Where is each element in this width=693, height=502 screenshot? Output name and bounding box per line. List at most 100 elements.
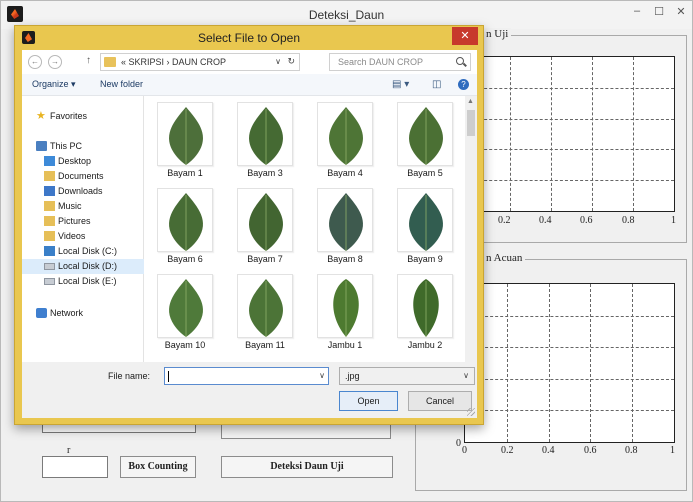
file-item[interactable]: Bayam 8 (305, 182, 385, 268)
file-item[interactable]: Bayam 1 (145, 96, 225, 182)
file-item[interactable]: Bayam 3 (225, 96, 305, 182)
grid-line (465, 347, 674, 349)
chevron-down-icon[interactable]: ∨ (275, 57, 281, 66)
nav-this-pc-label: This PC (50, 141, 83, 151)
grid-line (465, 378, 674, 380)
file-item[interactable]: Jambu 2 (385, 268, 465, 354)
address-path[interactable]: « SKRIPSI › DAUN CROP (121, 57, 226, 67)
grid-line (465, 410, 674, 412)
search-input[interactable]: Search DAUN CROP (329, 53, 471, 71)
star-icon: ★ (36, 110, 46, 122)
downloads-icon (44, 186, 55, 196)
file-name-text: Bayam 3 (247, 168, 283, 178)
panel-uji-title: n Uji (483, 28, 512, 40)
file-name-input[interactable]: ∨ (164, 367, 329, 385)
nav-videos[interactable]: Videos (22, 229, 144, 244)
nav-music[interactable]: Music (22, 199, 144, 214)
box-count-value-field[interactable] (42, 456, 108, 478)
cancel-button[interactable]: Cancel (408, 391, 472, 411)
maximize-button[interactable]: ☐ (649, 5, 669, 18)
file-name-text: Jambu 1 (327, 340, 363, 350)
chevron-down-icon[interactable]: ∨ (463, 371, 469, 380)
file-item[interactable]: Bayam 9 (385, 182, 465, 268)
file-item[interactable]: Bayam 10 (145, 268, 225, 354)
x-tick-label: 1 (671, 215, 676, 226)
scrollbar-thumb[interactable] (467, 110, 475, 136)
grid-line (469, 87, 674, 89)
dialog-toolbar: Organize ▾ New folder ▤ ▾ ◫ ? (22, 74, 477, 96)
help-icon[interactable]: ? (458, 79, 469, 90)
address-bar[interactable]: « SKRIPSI › DAUN CROP ∨ ↻ (100, 53, 300, 71)
pictures-icon (44, 216, 55, 226)
nav-local-disk-c[interactable]: Local Disk (C:) (22, 244, 144, 259)
leaf-thumbnail (317, 274, 373, 338)
nav-this-pc[interactable]: This PC (22, 139, 144, 154)
leaf-thumbnail (237, 188, 293, 252)
new-folder-button[interactable]: New folder (100, 79, 143, 89)
file-type-value: .jpg (345, 371, 360, 381)
file-item[interactable]: Jambu 1 (305, 268, 385, 354)
nav-documents[interactable]: Documents (22, 169, 144, 184)
chevron-down-icon[interactable]: ∨ (319, 371, 325, 380)
file-name-text: Bayam 8 (327, 254, 363, 264)
search-placeholder: Search DAUN CROP (338, 57, 424, 67)
scroll-up-icon[interactable]: ▲ (467, 98, 474, 105)
file-item[interactable]: Bayam 6 (145, 182, 225, 268)
folder-icon (104, 57, 116, 67)
nav-desktop[interactable]: Desktop (22, 154, 144, 169)
resize-grip[interactable] (467, 408, 475, 416)
deteksi-daun-uji-button[interactable]: Deteksi Daun Uji (221, 456, 393, 478)
file-type-select[interactable]: .jpg ∨ (339, 367, 475, 385)
grid-line (592, 57, 593, 211)
x-tick-label: 0.2 (498, 215, 511, 226)
organize-menu[interactable]: Organize ▾ (32, 79, 76, 90)
leaf-thumbnail (157, 188, 213, 252)
forward-button[interactable]: → (48, 55, 62, 69)
file-item[interactable]: Bayam 7 (225, 182, 305, 268)
file-list-scrollbar[interactable]: ▲ (465, 96, 477, 362)
leaf-image (409, 107, 443, 165)
nav-item-label: Downloads (58, 186, 103, 196)
nav-item-label: Local Disk (E:) (58, 276, 117, 286)
search-icon[interactable] (456, 57, 464, 65)
nav-favorites[interactable]: ★ Favorites (22, 109, 144, 124)
nav-item-label: Documents (58, 171, 104, 181)
nav-local-disk-d[interactable]: Local Disk (D:) (22, 259, 144, 274)
grid-line (469, 180, 674, 182)
leaf-thumbnail (317, 102, 373, 166)
nav-item-label: Music (58, 201, 82, 211)
small-label: r (67, 445, 71, 456)
leaf-thumbnail (157, 102, 213, 166)
grid-line (633, 57, 634, 211)
address-row: ← → ↑ « SKRIPSI › DAUN CROP ∨ ↻ Search D… (22, 50, 477, 74)
dialog-close-button[interactable]: ✕ (452, 27, 478, 45)
nav-pictures[interactable]: Pictures (22, 214, 144, 229)
refresh-icon[interactable]: ↻ (287, 56, 295, 67)
x-tick-label: 0.8 (622, 215, 635, 226)
grid-line (469, 118, 674, 120)
file-item[interactable]: Bayam 5 (385, 96, 465, 182)
open-button[interactable]: Open (339, 391, 398, 411)
nav-downloads[interactable]: Downloads (22, 184, 144, 199)
file-item[interactable]: Bayam 4 (305, 96, 385, 182)
nav-local-disk-e[interactable]: Local Disk (E:) (22, 274, 144, 289)
nav-network[interactable]: Network (22, 306, 144, 321)
x-tick-label: 0 (462, 445, 467, 456)
box-counting-button[interactable]: Box Counting (120, 456, 196, 478)
axes-acuan (464, 283, 675, 443)
x-tick-label: 0.2 (501, 445, 514, 456)
up-folder-button[interactable]: ↑ (86, 55, 91, 66)
nav-item-label: Desktop (58, 156, 92, 166)
close-window-button[interactable]: ✕ (671, 5, 691, 18)
view-options-icon[interactable]: ▤ ▾ (392, 79, 409, 90)
preview-pane-icon[interactable]: ◫ (432, 79, 441, 90)
minimize-button[interactable]: – (627, 5, 647, 17)
grid-line (465, 315, 674, 317)
file-item[interactable]: Bayam 11 (225, 268, 305, 354)
back-button[interactable]: ← (28, 55, 42, 69)
leaf-thumbnail (317, 188, 373, 252)
main-window-title: Deteksi_Daun (308, 8, 385, 22)
nav-item-label: Pictures (58, 216, 91, 226)
documents-icon (44, 171, 55, 181)
select-file-dialog: Select File to Open ✕ ← → ↑ « SKRIPSI › … (14, 25, 484, 425)
